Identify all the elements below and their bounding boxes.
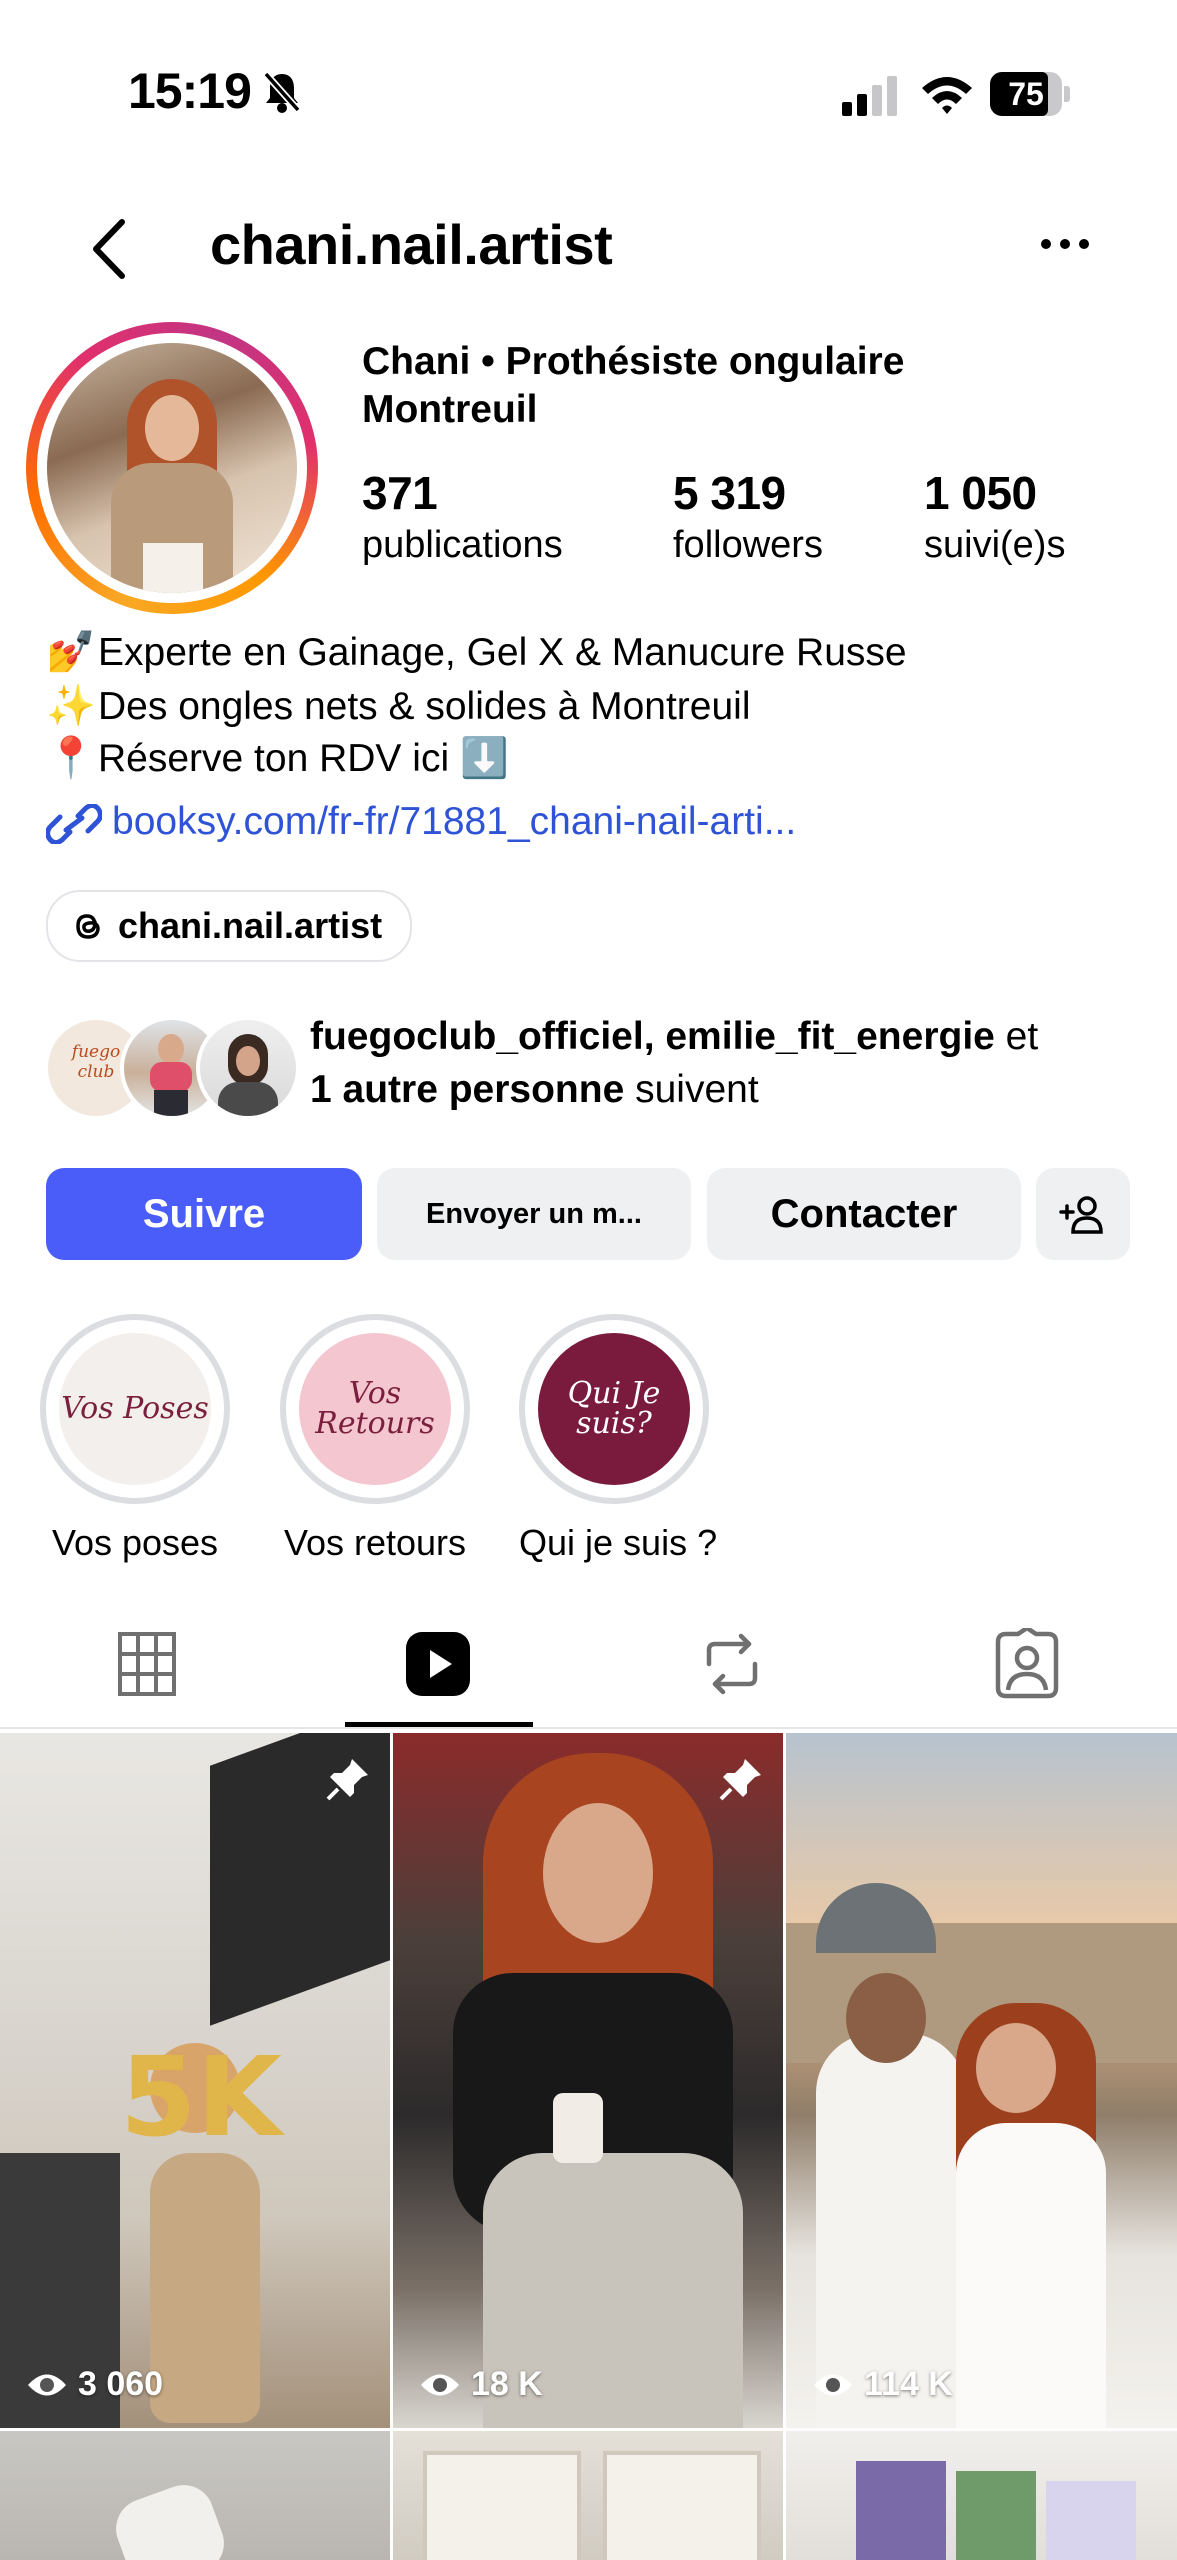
followed-by-text[interactable]: fuegoclub_officiel, emilie_fit_energie e…	[310, 1010, 1130, 1116]
mutual-followers-others: 1 autre personne	[310, 1068, 625, 1111]
profile-display-name: Chani • Prothésiste ongulaire Montreuil	[362, 340, 905, 431]
view-count-value: 18 K	[471, 2365, 543, 2403]
stat-value: 371	[362, 467, 438, 519]
grid-tab-icon[interactable]	[112, 1628, 182, 1700]
bio-link[interactable]: booksy.com/fr-fr/71881_chani-nail-arti..…	[46, 800, 796, 844]
followed-by-suffix: suivent	[624, 1068, 759, 1111]
nail-polish-emoji: 💅	[46, 630, 96, 674]
stat-value: 5 319	[673, 467, 786, 519]
wifi-icon	[922, 77, 972, 114]
reel-tile[interactable]	[0, 2431, 390, 2560]
pinned-icon	[326, 1759, 368, 1801]
profile-avatar[interactable]	[26, 322, 318, 614]
highlight-cover: Qui Je suis?	[538, 1333, 690, 1485]
add-person-icon	[1059, 1196, 1103, 1234]
status-time: 15:19	[128, 63, 252, 119]
cellular-signal-icon	[842, 76, 897, 116]
more-options-icon[interactable]	[1040, 232, 1090, 256]
reels-tab-icon[interactable]	[404, 1628, 474, 1700]
follow-button[interactable]: Suivre	[46, 1168, 362, 1260]
threads-icon	[76, 914, 100, 939]
stat-value: 1 050	[924, 467, 1037, 519]
stat-label: publications	[362, 524, 563, 566]
bio-line: 📍Réserve ton RDV ici ⬇️	[46, 732, 509, 785]
eye-icon	[28, 2374, 66, 2395]
eye-icon	[814, 2374, 852, 2395]
highlight-vos-poses[interactable]: Vos Poses Vos poses	[40, 1314, 230, 1564]
profile-photo	[47, 343, 297, 593]
suggested-users-button[interactable]	[1036, 1168, 1130, 1260]
bio-text: Experte en Gainage, Gel X & Manucure Rus…	[98, 631, 907, 674]
back-chevron-icon[interactable]	[88, 218, 128, 280]
view-count: 3 060	[26, 2365, 163, 2404]
reposts-tab-icon[interactable]	[697, 1628, 767, 1700]
followed-by-and: et	[994, 1015, 1039, 1058]
highlight-label: Qui je suis ?	[519, 1522, 718, 1563]
reel-tile[interactable]: 114 K	[786, 1733, 1177, 2428]
reel-tile[interactable]: 18 K	[393, 1733, 783, 2428]
eye-icon	[421, 2374, 459, 2395]
bell-slash-icon	[263, 71, 301, 113]
balloon-5k-decoration: 5K	[120, 2033, 282, 2161]
stat-label: suivi(e)s	[924, 524, 1066, 566]
bio-line: 💅Experte en Gainage, Gel X & Manucure Ru…	[46, 626, 907, 679]
highlight-qui-je-suis[interactable]: Qui Je suis? Qui je suis ?	[519, 1314, 718, 1564]
bio-text: Réserve ton RDV ici ⬇️	[98, 737, 509, 780]
view-count: 18 K	[419, 2365, 543, 2404]
battery-indicator: 75	[990, 72, 1072, 116]
threads-badge[interactable]: chani.nail.artist	[46, 890, 413, 962]
highlight-label: Vos poses	[51, 1522, 219, 1563]
reel-tile[interactable]: 5K 3 060	[0, 1733, 390, 2428]
view-count: 114 K	[812, 2365, 953, 2404]
link-icon	[46, 803, 102, 844]
active-tab-indicator	[345, 1722, 533, 1727]
stat-label: followers	[673, 524, 823, 566]
reel-tile[interactable]	[393, 2431, 783, 2560]
highlight-cover: Vos Poses	[59, 1333, 211, 1485]
view-count-value: 3 060	[78, 2365, 164, 2403]
bio-text: Des ongles nets & solides à Montreuil	[98, 685, 751, 728]
stat-following[interactable]: 1 050 suivi(e)s	[924, 466, 1065, 567]
reel-tile[interactable]	[786, 2431, 1177, 2560]
tab-divider	[0, 1727, 1177, 1729]
contact-button[interactable]: Contacter	[707, 1168, 1021, 1260]
sparkles-emoji: ✨	[46, 684, 96, 728]
pinned-icon	[719, 1759, 761, 1801]
message-button[interactable]: Envoyer un m...	[377, 1168, 691, 1260]
mutual-followers-names: fuegoclub_officiel, emilie_fit_energie	[310, 1015, 995, 1058]
stat-followers[interactable]: 5 319 followers	[673, 466, 823, 567]
pin-emoji: 📍	[46, 736, 96, 780]
tagged-tab-icon[interactable]	[992, 1628, 1062, 1700]
highlight-label: Vos retours	[283, 1522, 467, 1563]
stat-publications[interactable]: 371 publications	[362, 466, 563, 567]
bio-link-text: booksy.com/fr-fr/71881_chani-nail-arti..…	[112, 800, 797, 843]
view-count-value: 114 K	[864, 2365, 953, 2403]
threads-username: chani.nail.artist	[118, 905, 383, 946]
follower-avatar-3[interactable]	[196, 1016, 300, 1120]
profile-username-title: chani.nail.artist	[210, 213, 613, 276]
highlight-vos-retours[interactable]: Vos Retours Vos retours	[280, 1314, 470, 1564]
highlight-cover: Vos Retours	[299, 1333, 451, 1485]
battery-level: 75	[1008, 76, 1044, 112]
bio-line: ✨Des ongles nets & solides à Montreuil	[46, 680, 751, 733]
